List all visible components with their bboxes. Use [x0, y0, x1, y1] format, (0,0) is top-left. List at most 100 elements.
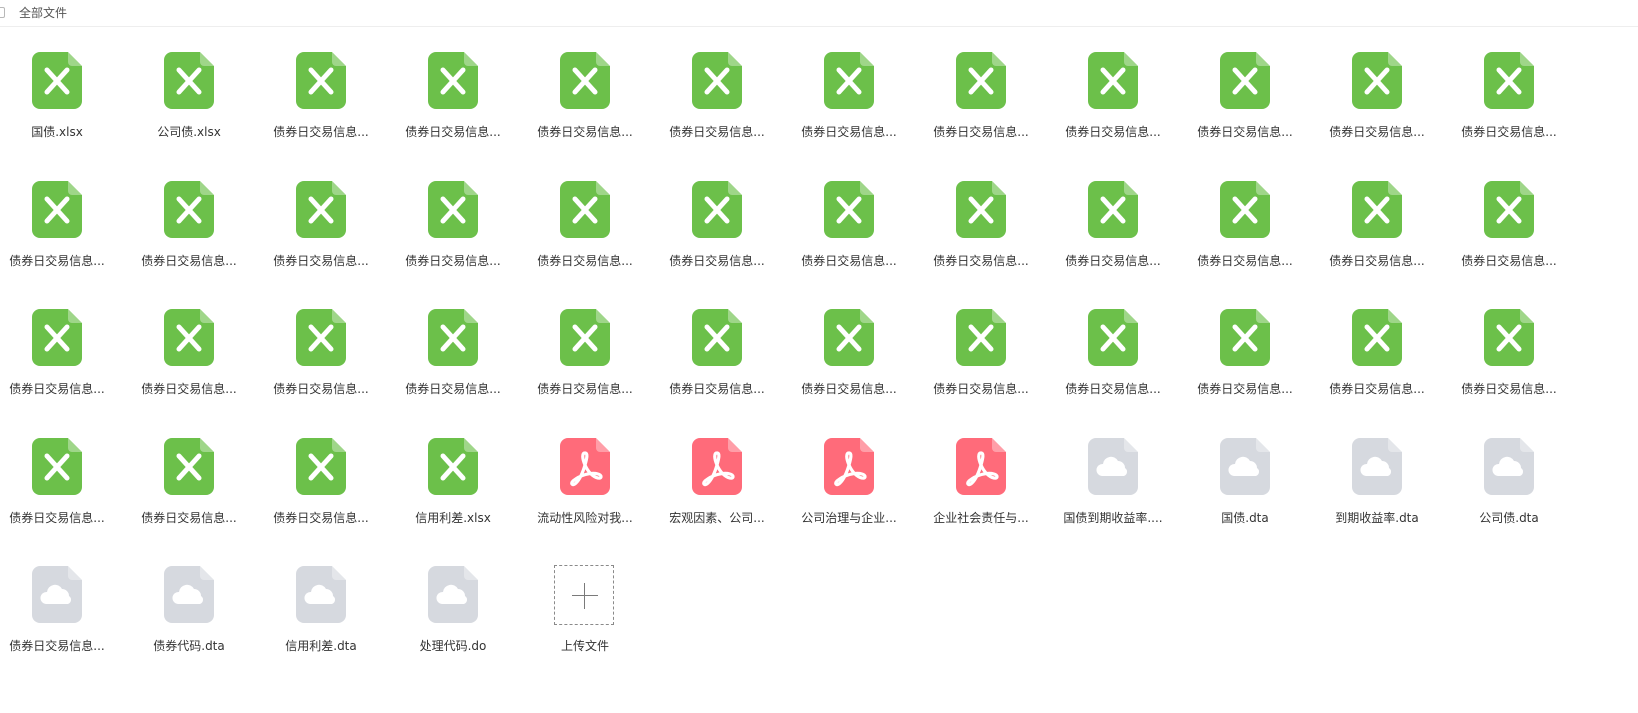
- file-item[interactable]: 债券日交易信息...: [651, 52, 783, 172]
- file-item[interactable]: 处理代码.do: [387, 566, 519, 686]
- file-name: 流动性风险对我...: [537, 511, 633, 525]
- file-item[interactable]: 债券日交易信息...: [255, 181, 387, 301]
- file-item[interactable]: 债券日交易信息...: [1047, 52, 1179, 172]
- excel-file-icon: [560, 309, 610, 366]
- file-item[interactable]: 国债到期收益率....: [1047, 438, 1179, 558]
- file-item[interactable]: 到期收益率.dta: [1311, 438, 1443, 558]
- file-item[interactable]: 债券日交易信息...: [0, 438, 123, 558]
- file-item[interactable]: 债券日交易信息...: [0, 566, 123, 686]
- file-name: 信用利差.xlsx: [415, 511, 491, 525]
- file-item[interactable]: 债券日交易信息...: [123, 181, 255, 301]
- file-item[interactable]: 债券日交易信息...: [519, 52, 651, 172]
- file-item[interactable]: 债券日交易信息...: [0, 309, 123, 429]
- file-item[interactable]: 国债.xlsx: [0, 52, 123, 172]
- pdf-file-icon: [560, 438, 610, 495]
- excel-file-icon: [1484, 52, 1534, 109]
- pdf-file-icon: [692, 438, 742, 495]
- file-item[interactable]: 债券日交易信息...: [783, 309, 915, 429]
- file-name: 债券日交易信息...: [141, 511, 237, 525]
- file-item[interactable]: 信用利差.dta: [255, 566, 387, 686]
- file-name: 债券日交易信息...: [1329, 125, 1425, 139]
- excel-file-icon: [32, 181, 82, 238]
- file-name: 债券日交易信息...: [669, 254, 765, 268]
- file-item[interactable]: 信用利差.xlsx: [387, 438, 519, 558]
- file-name: 债券日交易信息...: [1197, 254, 1293, 268]
- file-item[interactable]: 债券日交易信息...: [1179, 52, 1311, 172]
- file-name: 企业社会责任与...: [933, 511, 1029, 525]
- file-item[interactable]: 债券日交易信息...: [255, 438, 387, 558]
- file-item[interactable]: 宏观因素、公司...: [651, 438, 783, 558]
- file-item[interactable]: 债券日交易信息...: [387, 52, 519, 172]
- file-item[interactable]: 债券日交易信息...: [1311, 181, 1443, 301]
- file-item[interactable]: 债券代码.dta: [123, 566, 255, 686]
- file-item[interactable]: 债券日交易信息...: [1047, 181, 1179, 301]
- file-name: 公司债.dta: [1479, 511, 1539, 525]
- excel-file-icon: [1220, 181, 1270, 238]
- file-item[interactable]: 债券日交易信息...: [783, 52, 915, 172]
- file-item[interactable]: 债券日交易信息...: [387, 181, 519, 301]
- excel-file-icon: [1352, 309, 1402, 366]
- file-name: 债券日交易信息...: [669, 125, 765, 139]
- excel-file-icon: [692, 181, 742, 238]
- file-item[interactable]: 企业社会责任与...: [915, 438, 1047, 558]
- file-item[interactable]: 债券日交易信息...: [519, 309, 651, 429]
- cloud-file-icon: [164, 566, 214, 623]
- file-item[interactable]: 债券日交易信息...: [387, 309, 519, 429]
- file-name: 国债.dta: [1221, 511, 1269, 525]
- file-item[interactable]: 流动性风险对我...: [519, 438, 651, 558]
- pdf-file-icon: [824, 438, 874, 495]
- excel-file-icon: [32, 52, 82, 109]
- file-item[interactable]: 债券日交易信息...: [123, 309, 255, 429]
- file-item[interactable]: 债券日交易信息...: [519, 181, 651, 301]
- excel-file-icon: [692, 52, 742, 109]
- file-name: 债券日交易信息...: [9, 382, 105, 396]
- file-name: 债券日交易信息...: [669, 382, 765, 396]
- excel-file-icon: [296, 181, 346, 238]
- file-item[interactable]: 债券日交易信息...: [1443, 181, 1575, 301]
- file-name: 债券日交易信息...: [801, 254, 897, 268]
- file-item[interactable]: 债券日交易信息...: [1443, 52, 1575, 172]
- file-name: 债券日交易信息...: [1461, 254, 1557, 268]
- file-item[interactable]: 债券日交易信息...: [1443, 309, 1575, 429]
- file-item[interactable]: 债券日交易信息...: [0, 181, 123, 301]
- file-item[interactable]: 债券日交易信息...: [915, 52, 1047, 172]
- file-item[interactable]: 债券日交易信息...: [915, 309, 1047, 429]
- file-item[interactable]: 债券日交易信息...: [123, 438, 255, 558]
- file-name: 国债.xlsx: [31, 125, 83, 139]
- file-name: 债券日交易信息...: [933, 254, 1029, 268]
- file-item[interactable]: 债券日交易信息...: [915, 181, 1047, 301]
- file-item[interactable]: 债券日交易信息...: [1311, 309, 1443, 429]
- file-name: 到期收益率.dta: [1335, 511, 1419, 525]
- file-name: 债券日交易信息...: [273, 511, 369, 525]
- file-item[interactable]: 债券日交易信息...: [1179, 309, 1311, 429]
- excel-file-icon: [428, 52, 478, 109]
- file-name: 债券日交易信息...: [1065, 125, 1161, 139]
- file-item[interactable]: 国债.dta: [1179, 438, 1311, 558]
- file-item[interactable]: 债券日交易信息...: [255, 52, 387, 172]
- file-item[interactable]: 债券日交易信息...: [255, 309, 387, 429]
- excel-file-icon: [1352, 181, 1402, 238]
- upload-file-button[interactable]: 上传文件: [519, 565, 651, 686]
- file-item[interactable]: 债券日交易信息...: [1047, 309, 1179, 429]
- file-name: 债券日交易信息...: [141, 382, 237, 396]
- file-name: 国债到期收益率....: [1063, 511, 1163, 525]
- file-item[interactable]: 公司债.xlsx: [123, 52, 255, 172]
- file-item[interactable]: 公司债.dta: [1443, 438, 1575, 558]
- file-item[interactable]: 债券日交易信息...: [651, 309, 783, 429]
- file-item[interactable]: 债券日交易信息...: [783, 181, 915, 301]
- cloud-file-icon: [1220, 438, 1270, 495]
- excel-file-icon: [1088, 52, 1138, 109]
- plus-icon: [554, 565, 614, 625]
- file-item[interactable]: 债券日交易信息...: [651, 181, 783, 301]
- file-item[interactable]: 债券日交易信息...: [1311, 52, 1443, 172]
- file-item[interactable]: 公司治理与企业...: [783, 438, 915, 558]
- excel-file-icon: [692, 309, 742, 366]
- excel-file-icon: [1088, 181, 1138, 238]
- file-item[interactable]: 债券日交易信息...: [1179, 181, 1311, 301]
- file-name: 信用利差.dta: [285, 639, 357, 653]
- file-name: 债券日交易信息...: [933, 125, 1029, 139]
- file-name: 债券日交易信息...: [537, 125, 633, 139]
- excel-file-icon: [428, 438, 478, 495]
- cloud-file-icon: [428, 566, 478, 623]
- cloud-file-icon: [1352, 438, 1402, 495]
